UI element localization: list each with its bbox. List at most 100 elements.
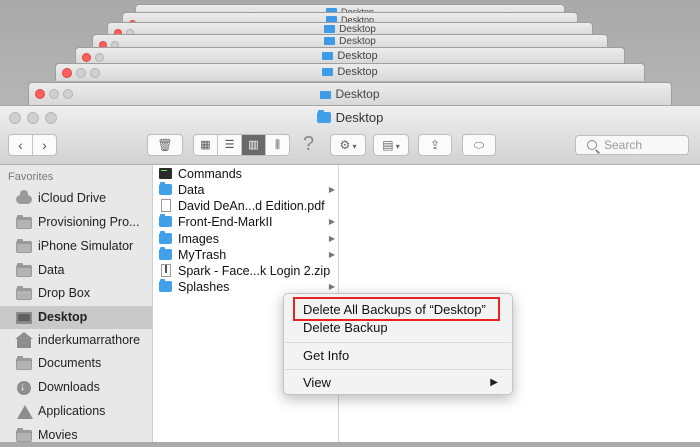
cover-flow-icon: ⫼ [274, 139, 281, 151]
icon-view-button[interactable]: ▦ [194, 135, 218, 155]
zip-icon [161, 264, 171, 277]
file-name: Front-End-MarkII [178, 215, 273, 229]
desktop-icon [16, 312, 32, 324]
sidebar-item-applications[interactable]: Applications [0, 400, 152, 423]
list-view-button[interactable]: ☰ [218, 135, 242, 155]
delete-button[interactable]: 🗑 [147, 134, 183, 156]
folder-icon [324, 25, 336, 33]
chevron-down-icon: ▾ [393, 142, 400, 151]
executable-icon [159, 168, 172, 179]
menu-item-label: Delete Backup [303, 320, 388, 335]
action-menu-button[interactable]: ⚙ ▾ [330, 134, 366, 156]
folder-icon [159, 231, 172, 244]
sidebar-item-desktop[interactable]: Desktop [0, 306, 152, 329]
sidebar-item-label: Data [38, 263, 65, 277]
icon-view-icon: ▦ [200, 139, 211, 151]
menu-item-view[interactable]: View ▶ [284, 373, 512, 393]
folder-icon [16, 263, 32, 277]
menu-separator [285, 369, 511, 370]
folder-icon [322, 68, 334, 76]
sidebar-item-label: Downloads [38, 380, 100, 394]
file-row-images[interactable]: Images ▶ [153, 231, 338, 247]
pdf-icon [161, 199, 171, 212]
share-icon: ⇪ [429, 138, 441, 152]
cloud-icon [16, 190, 32, 204]
menu-item-label: Get Info [303, 348, 350, 363]
file-row-commands[interactable]: Commands [153, 166, 338, 182]
forward-button[interactable]: › [33, 135, 56, 155]
file-row-front-end-markii[interactable]: Front-End-MarkII ▶ [153, 214, 338, 230]
menu-item-delete-backup[interactable]: Delete Backup [284, 318, 512, 338]
window-title: Desktop [0, 110, 700, 125]
stacked-window[interactable]: Desktop [28, 82, 672, 105]
file-name: Splashes [178, 280, 230, 294]
disclosure-arrow-icon: ▶ [328, 185, 335, 194]
folder-icon [324, 37, 336, 45]
movie-icon [16, 428, 32, 442]
search-input[interactable]: Search [575, 135, 689, 155]
sidebar-item-label: Documents [38, 356, 102, 370]
nav-buttons: ‹ › [8, 134, 57, 156]
sidebar-item-drop-box[interactable]: Drop Box [0, 282, 152, 305]
stacked-window-title: Desktop [335, 87, 380, 101]
stacked-window-title: Desktop [339, 36, 376, 47]
home-icon [15, 332, 33, 348]
file-name: David DeAn...d Edition.pdf [178, 199, 325, 213]
sidebar-item-home[interactable]: inderkumarrathore [0, 329, 152, 352]
window-title-text: Desktop [335, 110, 384, 125]
arrange-menu-button[interactable]: ▤ ▾ [373, 134, 409, 156]
sidebar-item-provisioning-profiles[interactable]: Provisioning Pro... [0, 211, 152, 234]
toolbar: ‹ › 🗑 ▦ ☰ ▥ ⫼ ? ⚙ ▾ ▤ ▾ ⇪ ⬭ Search [0, 128, 700, 165]
stacked-window-title: Desktop [337, 50, 378, 62]
file-row-zip[interactable]: Spark - Face...k Login 2.zip [153, 263, 338, 279]
chevron-right-icon: › [42, 137, 47, 153]
file-row-mytrash[interactable]: MyTrash ▶ [153, 247, 338, 263]
tags-button[interactable]: ⬭ [462, 134, 496, 156]
chevron-left-icon: ‹ [18, 137, 23, 153]
gear-icon: ⚙ [339, 138, 351, 152]
sidebar-item-label: inderkumarrathore [38, 333, 141, 347]
menu-item-get-info[interactable]: Get Info [284, 346, 512, 366]
search-icon [587, 140, 597, 150]
search-placeholder: Search [604, 138, 643, 152]
disclosure-arrow-icon: ▶ [328, 250, 335, 259]
list-view-icon: ☰ [224, 139, 235, 151]
download-icon [17, 376, 31, 399]
sidebar-item-movies[interactable]: Movies [0, 424, 152, 447]
help-icon[interactable]: ? [303, 133, 314, 156]
folder-icon [159, 247, 172, 260]
file-row-data[interactable]: Data ▶ [153, 182, 338, 198]
file-row-pdf[interactable]: David DeAn...d Edition.pdf [153, 198, 338, 214]
stacked-window[interactable]: Desktop [55, 63, 645, 81]
share-button[interactable]: ⇪ [418, 134, 452, 156]
menu-separator [285, 342, 511, 343]
sidebar-item-downloads[interactable]: Downloads [0, 376, 152, 399]
trash-icon: 🗑 [157, 138, 173, 152]
file-name: Spark - Face...k Login 2.zip [178, 264, 331, 278]
file-name: Images [178, 232, 219, 246]
sidebar-item-documents[interactable]: Documents [0, 352, 152, 375]
back-button[interactable]: ‹ [9, 135, 33, 155]
file-name: Commands [178, 167, 242, 181]
column-view-button[interactable]: ▥ [242, 135, 266, 155]
disclosure-arrow-icon: ▶ [328, 217, 335, 226]
title-bar[interactable]: Desktop [0, 106, 700, 128]
folder-icon [316, 110, 331, 123]
sidebar-item-icloud-drive[interactable]: iCloud Drive [0, 187, 152, 210]
column-view-icon: ▥ [248, 139, 259, 151]
disclosure-arrow-icon: ▶ [328, 234, 335, 243]
folder-icon [159, 214, 172, 227]
cover-flow-button[interactable]: ⫼ [266, 135, 289, 155]
folder-icon [16, 215, 32, 229]
folder-icon [16, 239, 32, 253]
stacked-window[interactable]: Desktop [75, 47, 625, 64]
sidebar-item-label: iPhone Simulator [38, 239, 134, 253]
folder-icon [16, 286, 32, 300]
sidebar-item-label: Desktop [38, 310, 88, 324]
sidebar-item-iphone-simulator[interactable]: iPhone Simulator [0, 235, 152, 258]
arrange-icon: ▤ [382, 138, 394, 152]
sidebar-item-label: Applications [38, 404, 106, 418]
sidebar-item-data[interactable]: Data [0, 259, 152, 282]
file-name: MyTrash [178, 248, 227, 262]
sidebar-heading: Favorites [8, 171, 54, 183]
